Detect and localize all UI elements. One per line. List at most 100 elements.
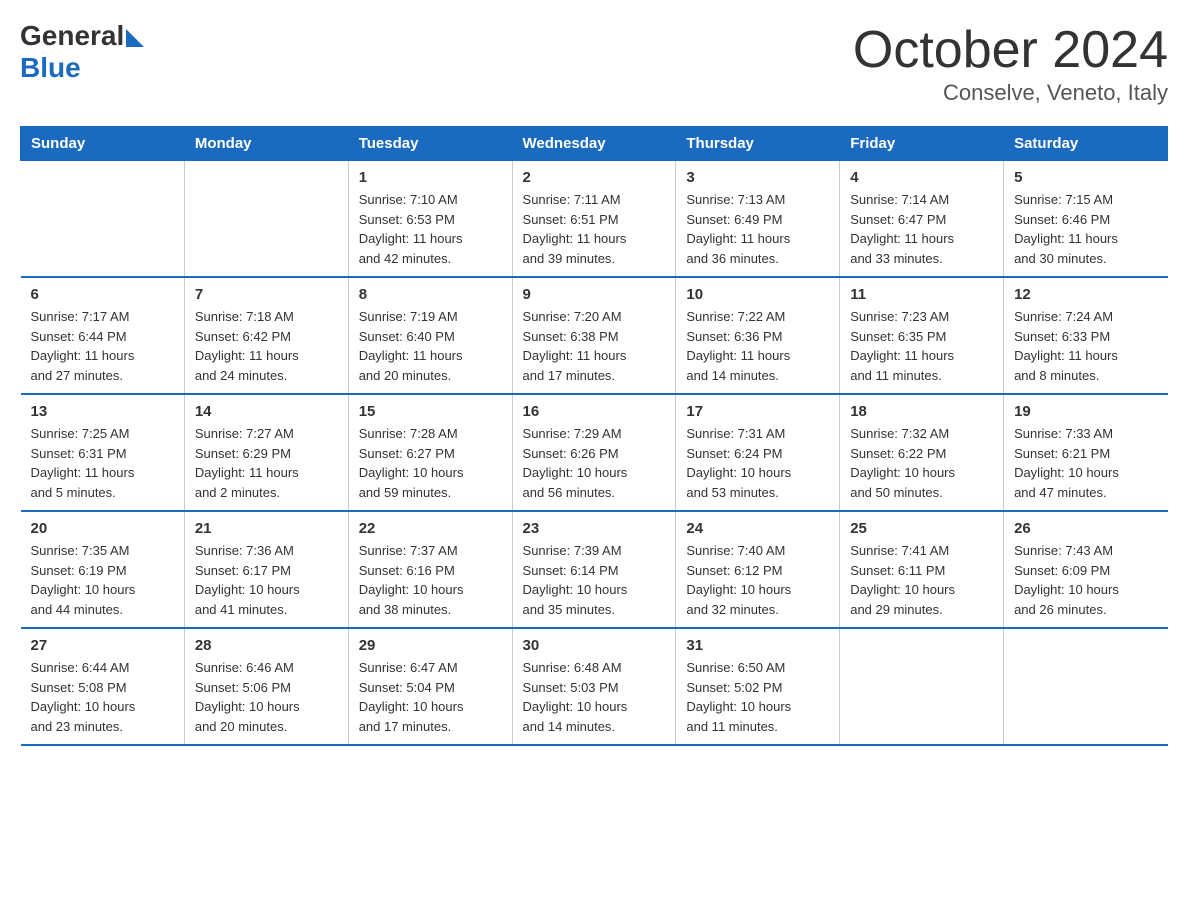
calendar-header-sunday: Sunday (21, 127, 185, 161)
day-info: Sunrise: 7:15 AMSunset: 6:46 PMDaylight:… (1014, 190, 1157, 268)
calendar-header-tuesday: Tuesday (348, 127, 512, 161)
day-number: 30 (523, 637, 666, 654)
calendar-cell: 17Sunrise: 7:31 AMSunset: 6:24 PMDayligh… (676, 394, 840, 511)
day-info: Sunrise: 7:25 AMSunset: 6:31 PMDaylight:… (31, 424, 174, 502)
day-info: Sunrise: 7:39 AMSunset: 6:14 PMDaylight:… (523, 541, 666, 619)
calendar-cell: 2 Sunrise: 7:11 AMSunset: 6:51 PMDaylight… (512, 161, 676, 278)
day-info: Sunrise: 7:27 AMSunset: 6:29 PMDaylight:… (195, 424, 338, 502)
calendar-header-saturday: Saturday (1004, 127, 1168, 161)
day-number: 23 (523, 520, 666, 537)
day-info: Sunrise: 7:37 AMSunset: 6:16 PMDaylight:… (359, 541, 502, 619)
day-info: Sunrise: 7:13 AMSunset: 6:49 PMDaylight:… (686, 190, 829, 268)
day-number: 7 (195, 286, 338, 303)
calendar-header-monday: Monday (184, 127, 348, 161)
day-number: 4 (850, 169, 993, 186)
calendar-cell: 10Sunrise: 7:22 AMSunset: 6:36 PMDayligh… (676, 277, 840, 394)
day-info: Sunrise: 7:14 AMSunset: 6:47 PMDaylight:… (850, 190, 993, 268)
day-info: Sunrise: 7:24 AMSunset: 6:33 PMDaylight:… (1014, 307, 1157, 385)
day-number: 29 (359, 637, 502, 654)
day-number: 13 (31, 403, 174, 420)
day-number: 17 (686, 403, 829, 420)
calendar-cell: 24 Sunrise: 7:40 AMSunset: 6:12 PMDayligh… (676, 511, 840, 628)
day-number: 14 (195, 403, 338, 420)
calendar-week-row: 20 Sunrise: 7:35 AMSunset: 6:19 PMDayligh… (21, 511, 1168, 628)
calendar-cell: 7Sunrise: 7:18 AMSunset: 6:42 PMDaylight… (184, 277, 348, 394)
calendar-week-row: 1Sunrise: 7:10 AMSunset: 6:53 PMDaylight… (21, 161, 1168, 278)
calendar-header-thursday: Thursday (676, 127, 840, 161)
calendar-cell: 29 Sunrise: 6:47 AMSunset: 5:04 PMDayligh… (348, 628, 512, 745)
logo-general-text: General (20, 20, 124, 52)
day-info: Sunrise: 7:29 AMSunset: 6:26 PMDaylight:… (523, 424, 666, 502)
day-info: Sunrise: 7:33 AMSunset: 6:21 PMDaylight:… (1014, 424, 1157, 502)
calendar-cell: 18Sunrise: 7:32 AMSunset: 6:22 PMDayligh… (840, 394, 1004, 511)
day-number: 9 (523, 286, 666, 303)
calendar-cell: 26 Sunrise: 7:43 AMSunset: 6:09 PMDayligh… (1004, 511, 1168, 628)
calendar-cell: 16 Sunrise: 7:29 AMSunset: 6:26 PMDayligh… (512, 394, 676, 511)
day-info: Sunrise: 7:11 AMSunset: 6:51 PMDaylight:… (523, 190, 666, 268)
day-number: 5 (1014, 169, 1157, 186)
day-info: Sunrise: 7:28 AMSunset: 6:27 PMDaylight:… (359, 424, 502, 502)
logo: General Blue (20, 20, 144, 84)
calendar-cell: 3 Sunrise: 7:13 AMSunset: 6:49 PMDaylight… (676, 161, 840, 278)
title-section: October 2024 Conselve, Veneto, Italy (853, 20, 1168, 106)
calendar-header-friday: Friday (840, 127, 1004, 161)
day-number: 18 (850, 403, 993, 420)
calendar-header-wednesday: Wednesday (512, 127, 676, 161)
day-number: 12 (1014, 286, 1157, 303)
calendar-cell: 11Sunrise: 7:23 AMSunset: 6:35 PMDayligh… (840, 277, 1004, 394)
day-number: 6 (31, 286, 174, 303)
calendar-cell: 9 Sunrise: 7:20 AMSunset: 6:38 PMDaylight… (512, 277, 676, 394)
calendar-cell: 25 Sunrise: 7:41 AMSunset: 6:11 PMDayligh… (840, 511, 1004, 628)
page-header: General Blue October 2024 Conselve, Vene… (20, 20, 1168, 106)
day-info: Sunrise: 7:17 AMSunset: 6:44 PMDaylight:… (31, 307, 174, 385)
calendar-week-row: 27 Sunrise: 6:44 AMSunset: 5:08 PMDayligh… (21, 628, 1168, 745)
calendar-cell (840, 628, 1004, 745)
day-info: Sunrise: 7:36 AMSunset: 6:17 PMDaylight:… (195, 541, 338, 619)
logo-triangle-icon (126, 29, 144, 47)
day-number: 2 (523, 169, 666, 186)
calendar-cell: 31Sunrise: 6:50 AMSunset: 5:02 PMDayligh… (676, 628, 840, 745)
day-number: 27 (31, 637, 174, 654)
calendar-cell (1004, 628, 1168, 745)
location-title: Conselve, Veneto, Italy (853, 80, 1168, 106)
calendar-cell: 6 Sunrise: 7:17 AMSunset: 6:44 PMDaylight… (21, 277, 185, 394)
calendar-cell: 4 Sunrise: 7:14 AMSunset: 6:47 PMDaylight… (840, 161, 1004, 278)
day-info: Sunrise: 7:23 AMSunset: 6:35 PMDaylight:… (850, 307, 993, 385)
day-info: Sunrise: 7:40 AMSunset: 6:12 PMDaylight:… (686, 541, 829, 619)
calendar-cell: 14 Sunrise: 7:27 AMSunset: 6:29 PMDayligh… (184, 394, 348, 511)
day-number: 15 (359, 403, 502, 420)
calendar-cell: 28 Sunrise: 6:46 AMSunset: 5:06 PMDayligh… (184, 628, 348, 745)
day-number: 25 (850, 520, 993, 537)
day-info: Sunrise: 6:46 AMSunset: 5:06 PMDaylight:… (195, 658, 338, 736)
calendar-cell (21, 161, 185, 278)
day-number: 28 (195, 637, 338, 654)
calendar-table: SundayMondayTuesdayWednesdayThursdayFrid… (20, 126, 1168, 746)
day-info: Sunrise: 7:20 AMSunset: 6:38 PMDaylight:… (523, 307, 666, 385)
calendar-cell: 13 Sunrise: 7:25 AMSunset: 6:31 PMDayligh… (21, 394, 185, 511)
calendar-header-row: SundayMondayTuesdayWednesdayThursdayFrid… (21, 127, 1168, 161)
day-number: 1 (359, 169, 502, 186)
calendar-cell: 30 Sunrise: 6:48 AMSunset: 5:03 PMDayligh… (512, 628, 676, 745)
calendar-cell: 12 Sunrise: 7:24 AMSunset: 6:33 PMDayligh… (1004, 277, 1168, 394)
day-info: Sunrise: 6:47 AMSunset: 5:04 PMDaylight:… (359, 658, 502, 736)
calendar-cell: 27 Sunrise: 6:44 AMSunset: 5:08 PMDayligh… (21, 628, 185, 745)
logo-blue-text: Blue (20, 52, 144, 84)
day-number: 20 (31, 520, 174, 537)
calendar-cell: 22 Sunrise: 7:37 AMSunset: 6:16 PMDayligh… (348, 511, 512, 628)
day-info: Sunrise: 7:19 AMSunset: 6:40 PMDaylight:… (359, 307, 502, 385)
calendar-week-row: 13 Sunrise: 7:25 AMSunset: 6:31 PMDayligh… (21, 394, 1168, 511)
day-info: Sunrise: 7:41 AMSunset: 6:11 PMDaylight:… (850, 541, 993, 619)
day-number: 22 (359, 520, 502, 537)
day-number: 16 (523, 403, 666, 420)
calendar-cell: 19Sunrise: 7:33 AMSunset: 6:21 PMDayligh… (1004, 394, 1168, 511)
day-number: 26 (1014, 520, 1157, 537)
day-info: Sunrise: 6:44 AMSunset: 5:08 PMDaylight:… (31, 658, 174, 736)
day-info: Sunrise: 7:22 AMSunset: 6:36 PMDaylight:… (686, 307, 829, 385)
calendar-week-row: 6 Sunrise: 7:17 AMSunset: 6:44 PMDaylight… (21, 277, 1168, 394)
day-info: Sunrise: 6:48 AMSunset: 5:03 PMDaylight:… (523, 658, 666, 736)
day-info: Sunrise: 7:35 AMSunset: 6:19 PMDaylight:… (31, 541, 174, 619)
day-number: 24 (686, 520, 829, 537)
day-info: Sunrise: 7:43 AMSunset: 6:09 PMDaylight:… (1014, 541, 1157, 619)
calendar-cell: 15 Sunrise: 7:28 AMSunset: 6:27 PMDayligh… (348, 394, 512, 511)
day-number: 3 (686, 169, 829, 186)
